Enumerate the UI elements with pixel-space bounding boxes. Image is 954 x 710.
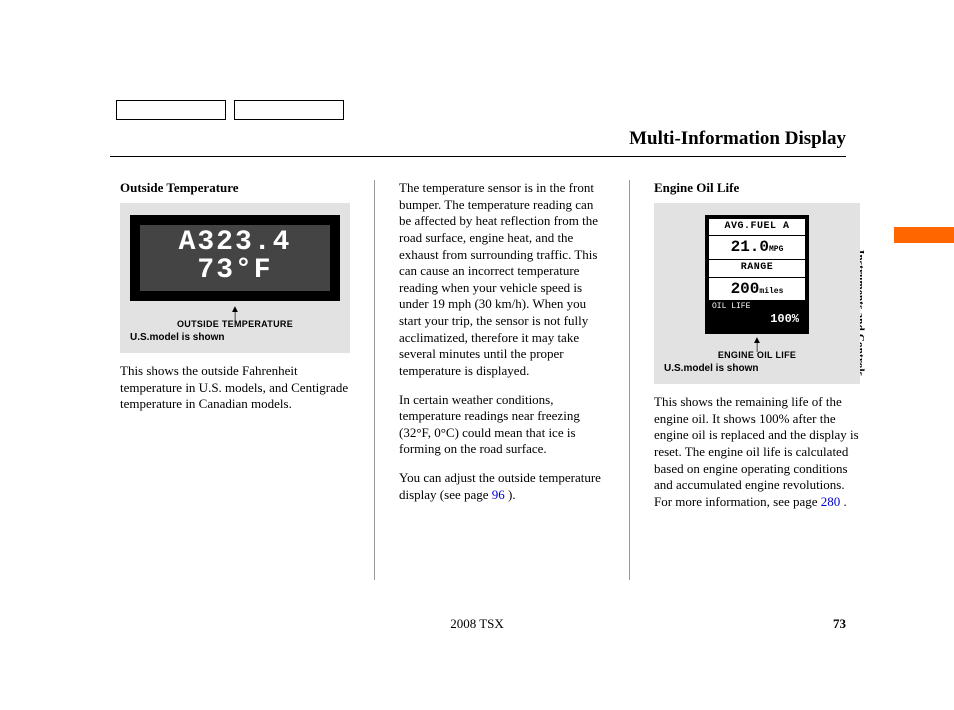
col2-para1: The temperature sensor is in the front b… — [399, 180, 605, 380]
page-link-96[interactable]: 96 — [492, 487, 505, 502]
footer-page-number: 73 — [833, 616, 846, 632]
col3-para1: This shows the remaining life of the eng… — [654, 394, 860, 510]
figure-label-oil: ENGINE OIL LIFE — [718, 350, 796, 362]
lcd-odometer: A323.4 — [140, 229, 330, 257]
title-rule — [110, 156, 846, 157]
oil-avg-fuel-value: 21.0MPG — [709, 236, 805, 259]
column-2: The temperature sensor is in the front b… — [399, 180, 605, 580]
top-box-1 — [116, 100, 226, 120]
section-tab — [894, 227, 954, 243]
column-1: Outside Temperature A323.4 73°F ▲│ OUTSI… — [120, 180, 350, 580]
oil-life-value: 100% — [709, 312, 805, 329]
col1-para1: This shows the outside Fahrenheit temper… — [120, 363, 350, 413]
top-blank-boxes — [116, 100, 344, 120]
figure-note-oil: U.S.model is shown — [664, 363, 758, 376]
column-separator-2 — [629, 180, 630, 580]
lcd-bezel: A323.4 73°F — [130, 215, 340, 301]
content-columns: Outside Temperature A323.4 73°F ▲│ OUTSI… — [120, 180, 860, 580]
oil-range-num: 200 — [731, 280, 760, 298]
footer-model: 2008 TSX — [0, 616, 954, 632]
figure-label-temp: OUTSIDE TEMPERATURE — [130, 319, 340, 331]
col3-p1-post: . — [840, 494, 847, 509]
oil-avg-fuel-num: 21.0 — [731, 238, 769, 256]
oil-life-label: OIL LIFE — [709, 301, 805, 312]
page-title: Multi-Information Display — [629, 128, 846, 150]
col3-heading: Engine Oil Life — [654, 180, 860, 197]
oil-avg-fuel-label: AVG.FUEL A — [709, 219, 805, 237]
column-separator-1 — [374, 180, 375, 580]
figure-outside-temp: A323.4 73°F ▲│ OUTSIDE TEMPERATURE U.S.m… — [120, 203, 350, 353]
lcd-screen: A323.4 73°F — [140, 225, 330, 291]
callout-arrow: ▲│ — [130, 307, 340, 319]
lcd-temp: 73°F — [140, 257, 330, 285]
figure-oil-life: AVG.FUEL A 21.0MPG RANGE 200miles OIL LI… — [654, 203, 860, 384]
oil-range-unit: miles — [759, 287, 783, 296]
col2-p3-post: ). — [505, 487, 516, 502]
oil-avg-fuel-unit: MPG — [769, 245, 783, 254]
col2-para3: You can adjust the outside temperature d… — [399, 470, 605, 503]
page-link-280[interactable]: 280 — [821, 494, 841, 509]
col1-heading: Outside Temperature — [120, 180, 350, 197]
col3-p1-pre: This shows the remaining life of the eng… — [654, 394, 859, 509]
callout-arrow-oil: ▲│ — [752, 338, 762, 350]
top-box-2 — [234, 100, 344, 120]
oil-lcd-bezel: AVG.FUEL A 21.0MPG RANGE 200miles OIL LI… — [705, 215, 809, 334]
oil-range-label: RANGE — [709, 260, 805, 278]
col2-para2: In certain weather conditions, temperatu… — [399, 392, 605, 459]
oil-range-value: 200miles — [709, 278, 805, 301]
column-3: Engine Oil Life AVG.FUEL A 21.0MPG RANGE… — [654, 180, 860, 580]
figure-note-temp: U.S.model is shown — [130, 332, 340, 345]
